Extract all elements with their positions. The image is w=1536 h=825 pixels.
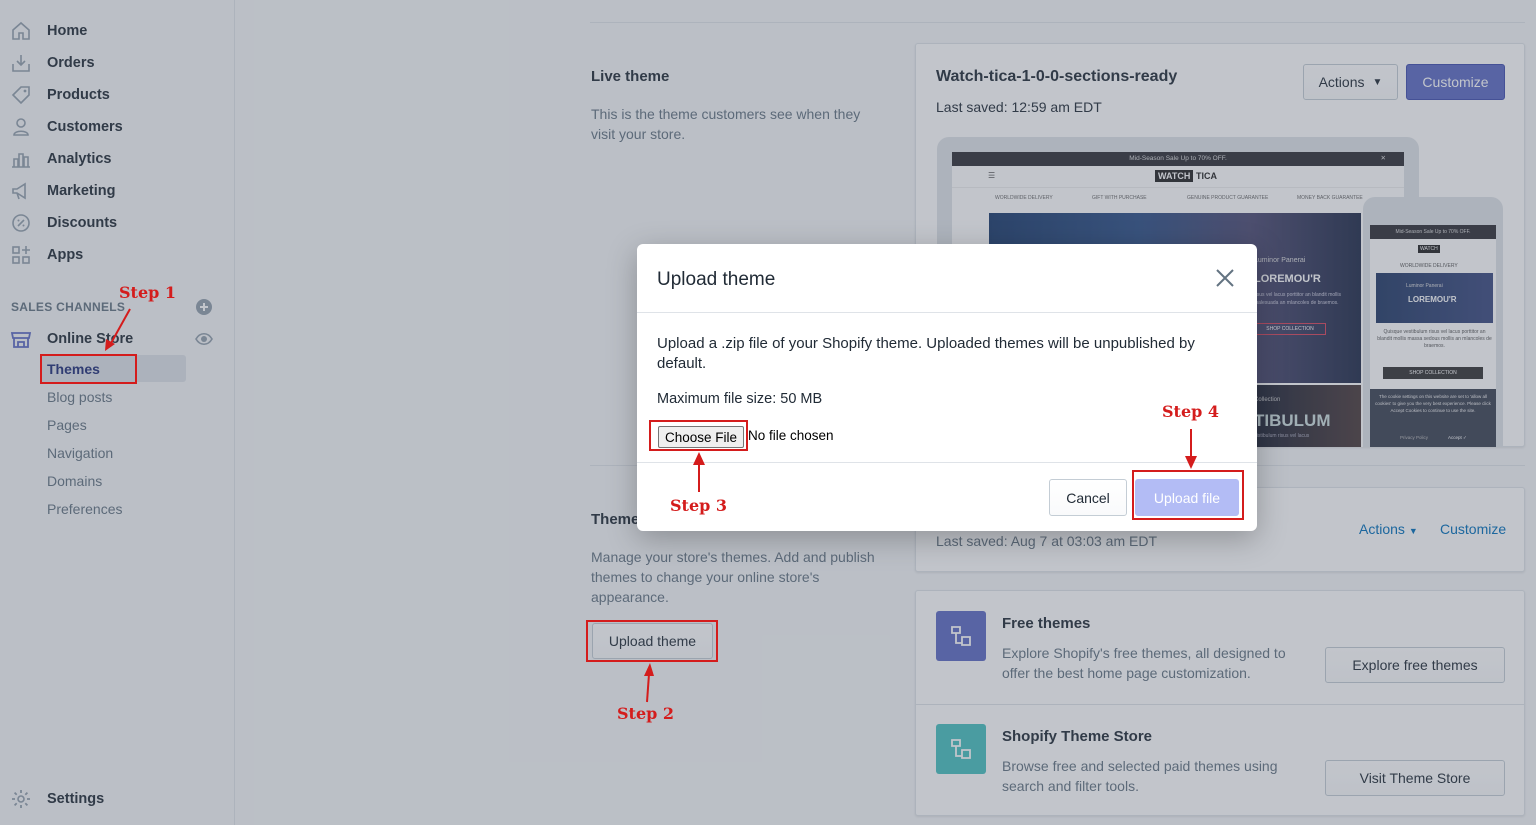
modal-title: Upload theme bbox=[657, 269, 776, 290]
max-file-size: Maximum file size: 50 MB bbox=[657, 391, 823, 407]
step3-label: Step 3 bbox=[670, 496, 728, 515]
modal-header-divider bbox=[637, 312, 1257, 313]
step1-arrow bbox=[105, 308, 131, 351]
step4-highlight bbox=[1132, 470, 1244, 520]
modal-footer-divider bbox=[637, 462, 1257, 463]
step1-highlight bbox=[40, 354, 137, 384]
step2-arrow bbox=[644, 663, 654, 703]
step4-label: Step 4 bbox=[1162, 402, 1220, 421]
no-file-chosen-text: No file chosen bbox=[748, 428, 834, 443]
step2-label: Step 2 bbox=[617, 704, 675, 723]
close-icon[interactable] bbox=[1214, 267, 1236, 289]
cancel-label: Cancel bbox=[1066, 489, 1110, 506]
step4-arrow bbox=[1185, 429, 1197, 469]
modal-description: Upload a .zip file of your Shopify theme… bbox=[657, 335, 1195, 372]
step2-highlight bbox=[586, 620, 718, 662]
cancel-button[interactable]: Cancel bbox=[1049, 479, 1127, 516]
step3-arrow bbox=[693, 452, 705, 492]
step3-highlight bbox=[649, 420, 748, 451]
step1-label: Step 1 bbox=[119, 283, 177, 302]
